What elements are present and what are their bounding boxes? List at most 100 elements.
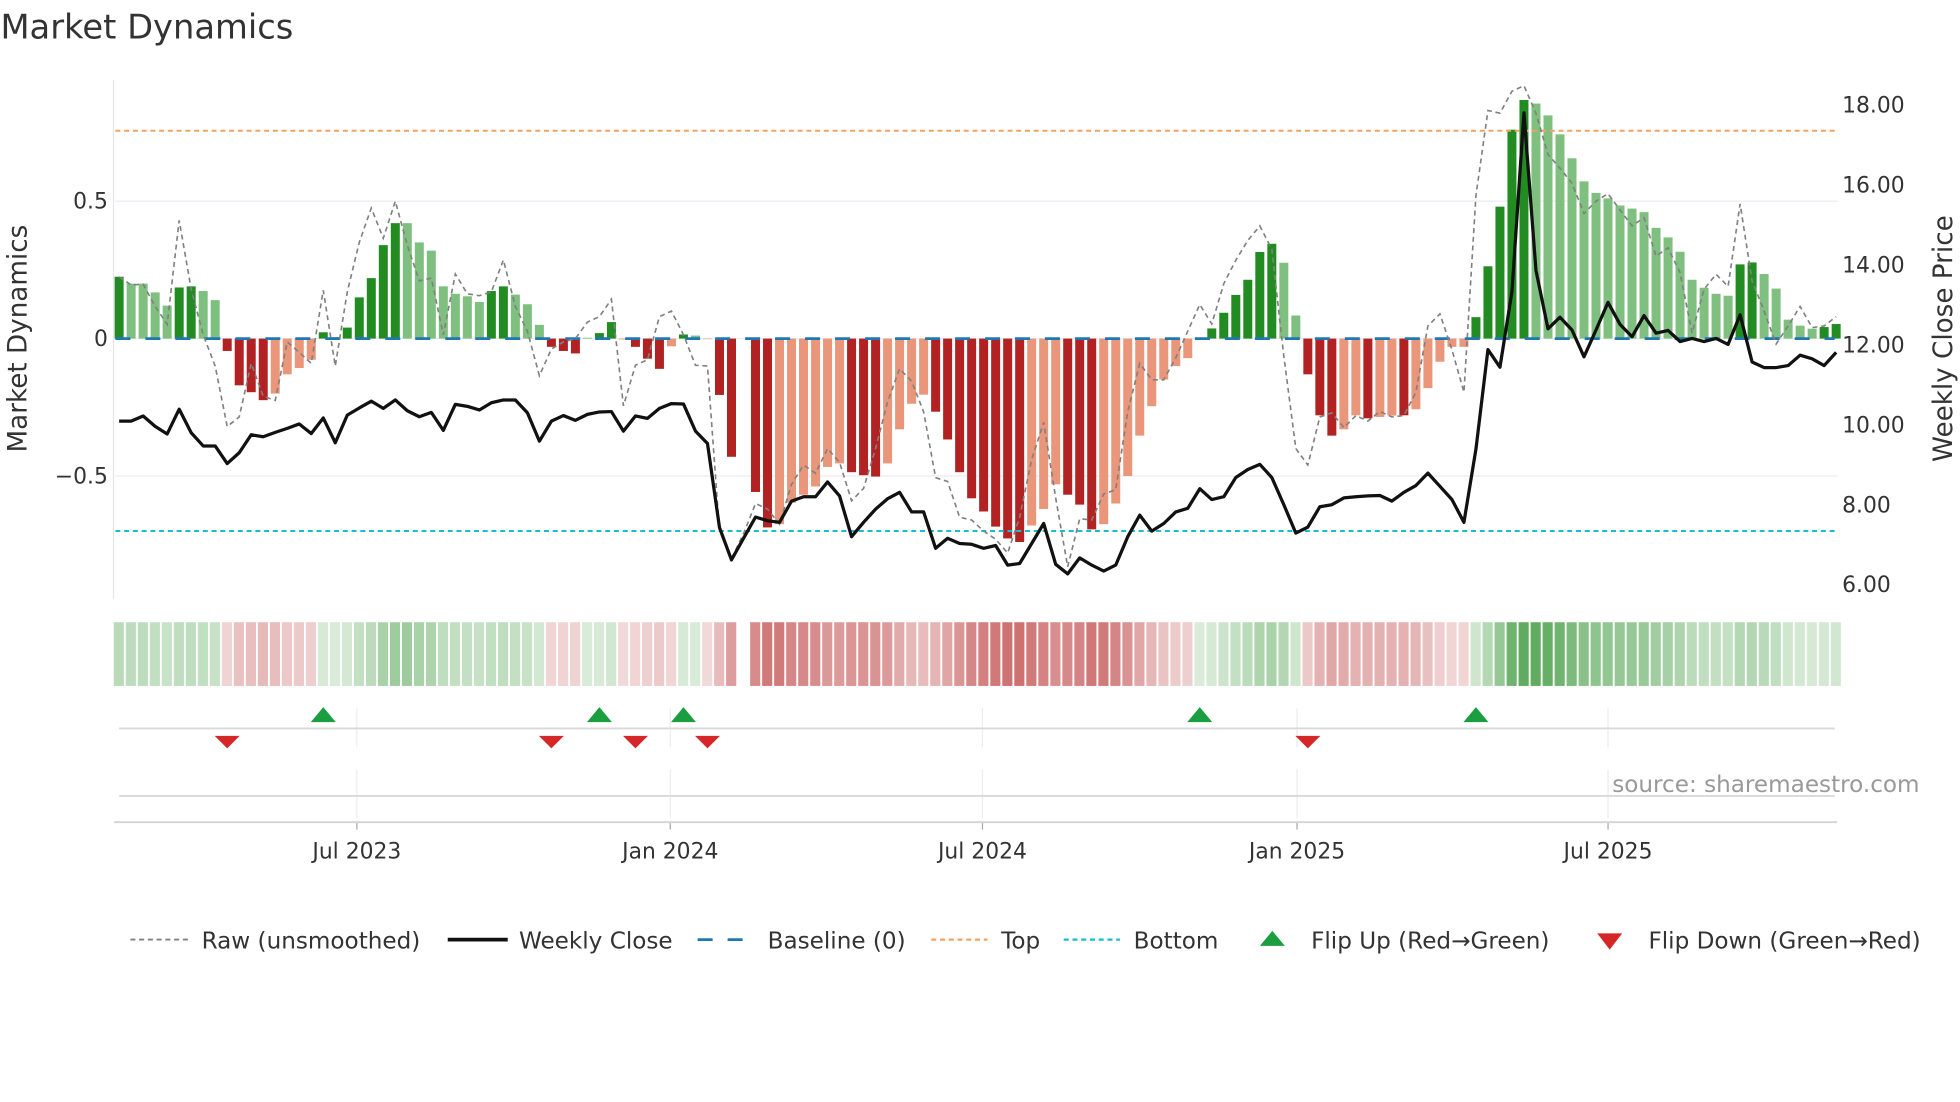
- momentum-bar: [1543, 115, 1553, 339]
- momentum-bar: [222, 338, 232, 351]
- regime-strip: [113, 622, 1841, 686]
- momentum-bar: [991, 338, 1001, 527]
- x-ticks: Jul 2023 Jan 2024 Jul 2024 Jan 2025 Jul …: [310, 839, 1652, 864]
- right-y-tick-label: 10.00: [1842, 413, 1905, 438]
- regime-cell: [1650, 622, 1661, 686]
- flip-up-marker: [1187, 707, 1213, 723]
- momentum-bar: [402, 223, 412, 339]
- x-tick-label: Jul 2023: [310, 839, 401, 864]
- regime-cell: [1398, 622, 1409, 686]
- flip-down-marker: [1295, 735, 1321, 749]
- regime-cell: [966, 622, 977, 686]
- momentum-bar: [943, 338, 953, 440]
- momentum-bar: [294, 338, 304, 369]
- legend-label: Weekly Close: [519, 928, 673, 954]
- momentum-bar: [1411, 338, 1421, 410]
- right-y-tick-label: 8.00: [1842, 493, 1891, 518]
- momentum-bar: [186, 286, 196, 339]
- weekly-close-line: [119, 111, 1838, 576]
- momentum-bar: [1051, 338, 1061, 485]
- regime-cell: [654, 622, 665, 686]
- regime-cell: [918, 622, 929, 686]
- legend-item-bottom: Bottom: [1063, 928, 1219, 954]
- regime-cell: [1314, 622, 1325, 686]
- regime-cell: [449, 622, 461, 686]
- momentum-bar: [1795, 325, 1805, 339]
- regime-cell: [1290, 622, 1301, 686]
- momentum-bar: [114, 276, 124, 339]
- regime-cell: [618, 622, 629, 686]
- momentum-bar: [1267, 243, 1277, 339]
- regime-cell: [930, 622, 941, 686]
- regime-cell: [666, 622, 677, 686]
- legend-label: Baseline (0): [768, 928, 906, 954]
- regime-cell: [834, 622, 845, 686]
- regime-cell: [582, 622, 593, 686]
- regime-cell: [1686, 622, 1697, 686]
- regime-cell: [1542, 622, 1553, 686]
- left-y-axis-label: Market Dynamics: [4, 225, 34, 453]
- regime-cell: [714, 622, 725, 686]
- momentum-bar: [1135, 338, 1145, 436]
- regime-cell: [846, 622, 857, 686]
- regime-cell: [774, 622, 785, 686]
- momentum-bar: [955, 338, 965, 473]
- regime-cell: [113, 622, 124, 686]
- regime-cell: [1134, 622, 1145, 686]
- momentum-bar: [967, 338, 977, 499]
- regime-cell: [317, 622, 329, 686]
- regime-cell: [1830, 622, 1841, 686]
- regime-cell: [990, 622, 1001, 686]
- momentum-bar: [1243, 279, 1253, 339]
- momentum-bar: [1747, 262, 1757, 339]
- x-tick-label: Jul 2025: [1562, 839, 1653, 864]
- regime-cell: [1002, 622, 1013, 686]
- regime-cell: [1770, 622, 1781, 686]
- regime-cell: [1194, 622, 1205, 686]
- momentum-bar: [1327, 338, 1337, 436]
- regime-cell: [1458, 622, 1469, 686]
- triangle-up-icon: [1259, 930, 1285, 946]
- momentum-bar: [366, 278, 376, 339]
- flip-up-marker: [310, 707, 336, 723]
- regime-cell: [822, 622, 833, 686]
- momentum-bar: [1819, 327, 1829, 339]
- right-y-tick-label: 14.00: [1842, 253, 1905, 278]
- regime-cell: [522, 622, 533, 686]
- regime-cell: [281, 622, 292, 686]
- regime-cell: [1146, 622, 1157, 686]
- regime-cell: [1098, 622, 1109, 686]
- regime-cell: [1710, 622, 1721, 686]
- legend-label: Bottom: [1134, 928, 1219, 954]
- momentum-bar: [763, 338, 773, 528]
- flip-up-marker: [1463, 707, 1489, 723]
- momentum-bar: [1303, 338, 1313, 375]
- momentum-bar: [1771, 288, 1781, 339]
- momentum-bar: [1099, 338, 1109, 525]
- regime-cell: [461, 622, 473, 686]
- legend-item-flip-down: Flip Down (Green→Red): [1597, 928, 1921, 954]
- regime-cell: [978, 622, 989, 686]
- momentum-bar: [727, 338, 736, 457]
- regime-cell: [882, 622, 893, 686]
- legend: Raw (unsmoothed) Weekly Close Baseline (…: [130, 928, 1921, 954]
- momentum-bar: [558, 338, 568, 351]
- regime-cell: [1050, 622, 1061, 686]
- regime-cell: [558, 622, 569, 686]
- legend-item-baseline: Baseline (0): [697, 928, 906, 954]
- regime-cell: [377, 622, 389, 686]
- regime-cell: [1410, 622, 1421, 686]
- momentum-bar: [1111, 338, 1121, 504]
- regime-cell: [329, 622, 341, 686]
- y-tick-label: −0.5: [55, 465, 108, 490]
- regime-cell: [906, 622, 917, 686]
- momentum-bar: [1339, 338, 1349, 430]
- momentum-bar: [714, 338, 724, 395]
- right-y-tick-label: 6.00: [1842, 573, 1891, 598]
- momentum-bar: [1015, 338, 1025, 543]
- regime-cell: [1062, 622, 1073, 686]
- regime-cell: [870, 622, 881, 686]
- momentum-bar: [654, 338, 664, 369]
- regime-cell: [1794, 622, 1805, 686]
- regime-cell: [497, 622, 509, 686]
